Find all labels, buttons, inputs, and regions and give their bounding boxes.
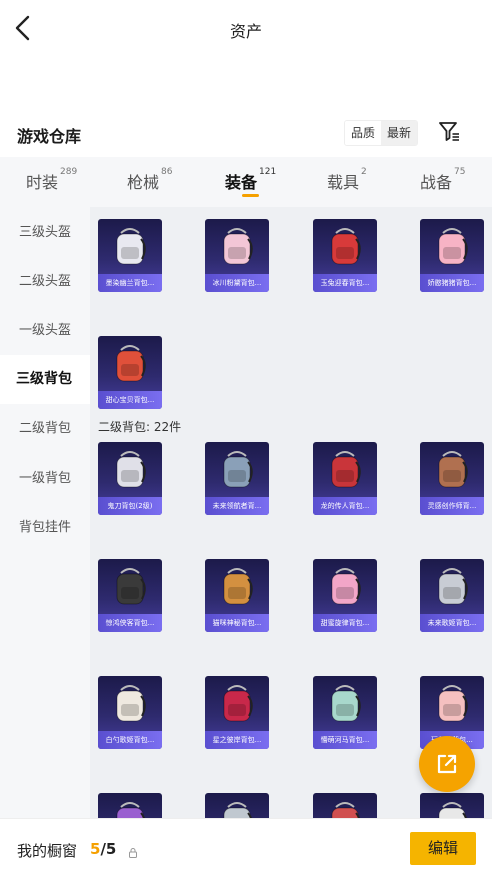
backpack-item-card[interactable]: 未来歌姬背包... — [420, 559, 484, 632]
sidebar-item-level1-backpack[interactable]: 一级背包 — [0, 454, 90, 503]
item-name: 甜蜜旋律背包... — [313, 614, 377, 632]
item-grid: 二级背包: 22件 墨染幽兰背包... 冰川粉黛背包... 玉兔迎春背包... 娇憨猪… — [90, 207, 492, 818]
tab-guns[interactable]: 枪械86 — [127, 167, 172, 193]
group-label: 二级背包: 22件 — [98, 420, 182, 434]
backpack-icon — [116, 451, 146, 488]
item-name: 惊鸿侠客背包... — [98, 614, 162, 632]
backpack-icon — [331, 568, 361, 605]
item-name: 娇憨猪猪背包... — [420, 274, 484, 292]
asset-page: 资产 游戏仓库 品质 最新 时装289 枪械86 装备121 载具2 战备75 … — [0, 0, 492, 876]
backpack-item-card[interactable] — [205, 793, 269, 818]
sort-latest-button[interactable]: 最新 — [381, 121, 418, 145]
sidebar-item-backpack-charm[interactable]: 背包挂件 — [0, 503, 90, 552]
item-name: 冰川粉黛背包... — [205, 274, 269, 292]
item-name: 懵萌河马背包... — [313, 731, 377, 749]
share-button[interactable] — [419, 736, 475, 792]
backpack-icon — [438, 451, 468, 488]
backpack-item-card[interactable]: 惊鸿侠客背包... — [98, 559, 162, 632]
warehouse-header: 游戏仓库 品质 最新 — [0, 114, 492, 152]
backpack-icon — [438, 228, 468, 265]
subcategory-sidebar: 三级头盔 二级头盔 一级头盔 三级背包 二级背包 一级背包 背包挂件 — [0, 207, 90, 818]
item-name: 白勺歌姬背包... — [98, 731, 162, 749]
backpack-icon — [331, 802, 360, 818]
backpack-icon — [223, 685, 253, 722]
backpack-icon — [116, 228, 146, 265]
sidebar-item-level3-helmet[interactable]: 三级头盔 — [0, 208, 90, 257]
item-name: 未来领航者背... — [205, 497, 269, 515]
backpack-item-card[interactable]: 懵萌河马背包... — [313, 676, 377, 749]
item-name: 星之彼岸背包... — [205, 731, 269, 749]
sidebar-item-level2-backpack[interactable]: 二级背包 — [0, 404, 90, 453]
tab-supplies[interactable]: 战备75 — [420, 167, 465, 193]
backpack-icon — [116, 802, 145, 818]
backpack-icon — [223, 228, 253, 265]
backpack-icon — [438, 568, 468, 605]
backpack-item-card[interactable]: 冰川粉黛背包... — [205, 219, 269, 292]
item-name: 猫咪神秘背包... — [205, 614, 269, 632]
backpack-icon — [331, 228, 361, 265]
active-tab-indicator — [242, 194, 259, 197]
item-name: 未来歌姬背包... — [420, 614, 484, 632]
backpack-item-card[interactable]: 猫咪神秘背包... — [205, 559, 269, 632]
edit-button[interactable]: 编辑 — [410, 832, 476, 865]
backpack-icon — [116, 685, 146, 722]
backpack-item-card[interactable]: 甜蜜旋律背包... — [313, 559, 377, 632]
tab-fashion[interactable]: 时装289 — [26, 167, 77, 193]
page-title: 资产 — [229, 22, 262, 41]
item-name: 龙的传人背包... — [313, 497, 377, 515]
item-name: 甜心宝贝背包... — [98, 391, 162, 409]
item-name: 灵感创作师背... — [420, 497, 484, 515]
tab-equipment[interactable]: 装备121 — [225, 167, 276, 193]
item-name: 鬼刀背包(2级) — [98, 497, 162, 515]
showcase-bar: 我的橱窗 5/5 编辑 — [0, 818, 492, 876]
backpack-icon — [116, 568, 146, 605]
backpack-item-card[interactable]: 未来领航者背... — [205, 442, 269, 515]
backpack-icon — [223, 802, 252, 818]
sidebar-item-level2-helmet[interactable]: 二级头盔 — [0, 257, 90, 306]
tab-vehicles[interactable]: 载具2 — [327, 167, 367, 193]
backpack-item-card[interactable]: 鬼刀背包(2级) — [98, 442, 162, 515]
sidebar-item-level1-helmet[interactable]: 一级头盔 — [0, 306, 90, 355]
backpack-item-card[interactable]: 娇憨猪猪背包... — [420, 219, 484, 292]
backpack-item-card[interactable]: 甜心宝贝背包... — [98, 336, 162, 409]
external-link-icon — [437, 754, 457, 774]
backpack-item-card[interactable]: 灵感创作师背... — [420, 442, 484, 515]
item-name: 墨染幽兰背包... — [98, 274, 162, 292]
showcase-count: 5/5 — [90, 840, 117, 858]
backpack-item-card[interactable] — [313, 793, 377, 818]
showcase-title: 我的橱窗 — [17, 842, 78, 860]
category-tabs: 时装289 枪械86 装备121 载具2 战备75 — [0, 157, 492, 207]
backpack-icon — [331, 685, 361, 722]
backpack-icon — [223, 451, 253, 488]
backpack-icon — [331, 451, 361, 488]
backpack-icon — [116, 345, 146, 382]
sidebar-item-level3-backpack[interactable]: 三级背包 — [0, 355, 90, 404]
backpack-item-card[interactable] — [420, 793, 484, 818]
warehouse-title: 游戏仓库 — [17, 127, 82, 146]
backpack-item-card[interactable]: 星之彼岸背包... — [205, 676, 269, 749]
filter-icon[interactable] — [437, 119, 461, 143]
item-name: 玉兔迎春背包... — [313, 274, 377, 292]
lock-icon — [129, 843, 137, 858]
backpack-item-card[interactable] — [98, 793, 162, 818]
backpack-item-card[interactable]: 墨染幽兰背包... — [98, 219, 162, 292]
backpack-item-card[interactable]: 白勺歌姬背包... — [98, 676, 162, 749]
backpack-item-card[interactable]: 龙的传人背包... — [313, 442, 377, 515]
backpack-icon — [223, 568, 253, 605]
top-bar: 资产 — [0, 0, 492, 58]
sort-quality-button[interactable]: 品质 — [345, 121, 382, 145]
backpack-item-card[interactable]: 玉兔迎春背包... — [313, 219, 377, 292]
backpack-icon — [438, 802, 467, 818]
sort-toggle: 品质 最新 — [344, 120, 419, 146]
backpack-icon — [438, 685, 468, 722]
